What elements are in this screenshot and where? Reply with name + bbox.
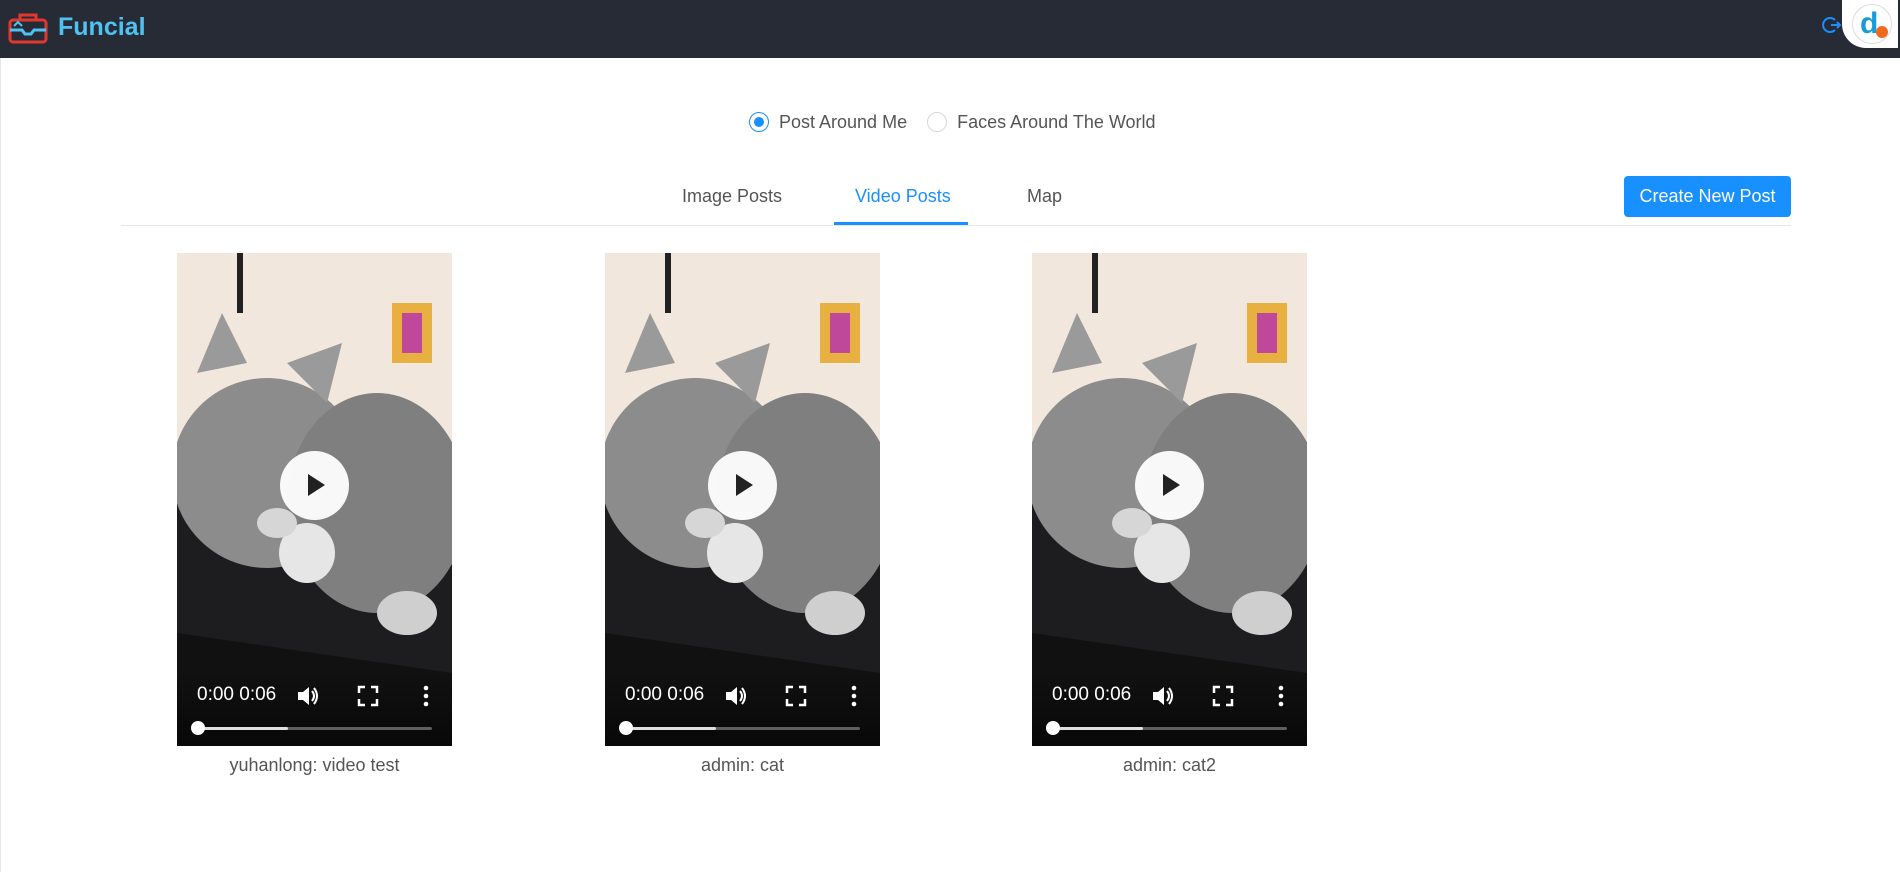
video-controls: 0:00 0:06 [177,673,452,746]
video-player[interactable]: 0:00 0:06 [177,253,452,746]
volume-icon[interactable] [723,683,749,709]
radio-faces-around-world[interactable]: Faces Around The World [927,111,1156,133]
more-options-icon[interactable] [1268,683,1294,709]
tab-map[interactable]: Map [1027,186,1062,207]
radio-circle-icon[interactable] [927,112,948,132]
play-button[interactable] [708,451,777,520]
volume-icon[interactable] [295,683,321,709]
play-button[interactable] [1135,451,1204,520]
video-controls: 0:00 0:06 [1032,673,1307,746]
post-scope-radio-group: Post Around Me Faces Around The World [749,108,1176,136]
play-button[interactable] [280,451,349,520]
radio-post-around-me[interactable]: Post Around Me [749,112,907,133]
radio-label: Post Around Me [779,111,908,132]
video-progress-bar[interactable] [1059,727,1287,730]
left-border [0,58,1,872]
more-options-icon[interactable] [841,683,867,709]
video-controls: 0:00 0:06 [605,673,880,746]
notification-dot [1876,26,1888,38]
more-options-icon[interactable] [413,683,439,709]
video-player[interactable]: 0:00 0:06 [1032,253,1307,746]
video-card: 0:00 0:06 yuhanlong: video test [177,253,452,775]
volume-icon[interactable] [1150,683,1176,709]
fullscreen-icon[interactable] [783,683,809,709]
progress-buffered [632,727,717,730]
progress-handle[interactable] [1046,721,1060,735]
video-caption: yuhanlong: video test [229,755,400,775]
toolbox-icon [8,13,48,44]
app-title[interactable]: Funcial [58,13,146,42]
fullscreen-icon[interactable] [1210,683,1236,709]
logout-icon[interactable] [1822,15,1842,35]
video-progress-bar[interactable] [632,727,860,730]
app-header: Funcial d [0,0,1900,58]
tabs-divider [121,225,1791,226]
tab-video-posts[interactable]: Video Posts [855,186,951,207]
active-tab-indicator [834,222,968,225]
video-player[interactable]: 0:00 0:06 [605,253,880,746]
progress-handle[interactable] [191,721,205,735]
video-time: 0:00 0:06 [197,684,277,705]
progress-buffered [1059,727,1144,730]
radio-label: Faces Around The World [957,111,1156,132]
progress-handle[interactable] [619,721,633,735]
fullscreen-icon[interactable] [355,683,381,709]
video-caption: admin: cat2 [1122,755,1217,775]
video-progress-bar[interactable] [204,727,432,730]
tab-image-posts[interactable]: Image Posts [682,186,782,207]
video-card: 0:00 0:06 admin: cat2 [1032,253,1307,775]
d-extension-icon[interactable]: d [1842,0,1898,48]
video-caption: admin: cat [700,755,785,775]
progress-buffered [204,727,289,730]
radio-circle-icon[interactable] [749,112,769,132]
create-new-post-button[interactable]: Create New Post [1624,176,1791,217]
video-card: 0:00 0:06 admin: cat [605,253,880,775]
video-time: 0:00 0:06 [625,684,705,705]
video-time: 0:00 0:06 [1052,684,1132,705]
extension-letter-icon: d [1860,7,1879,40]
